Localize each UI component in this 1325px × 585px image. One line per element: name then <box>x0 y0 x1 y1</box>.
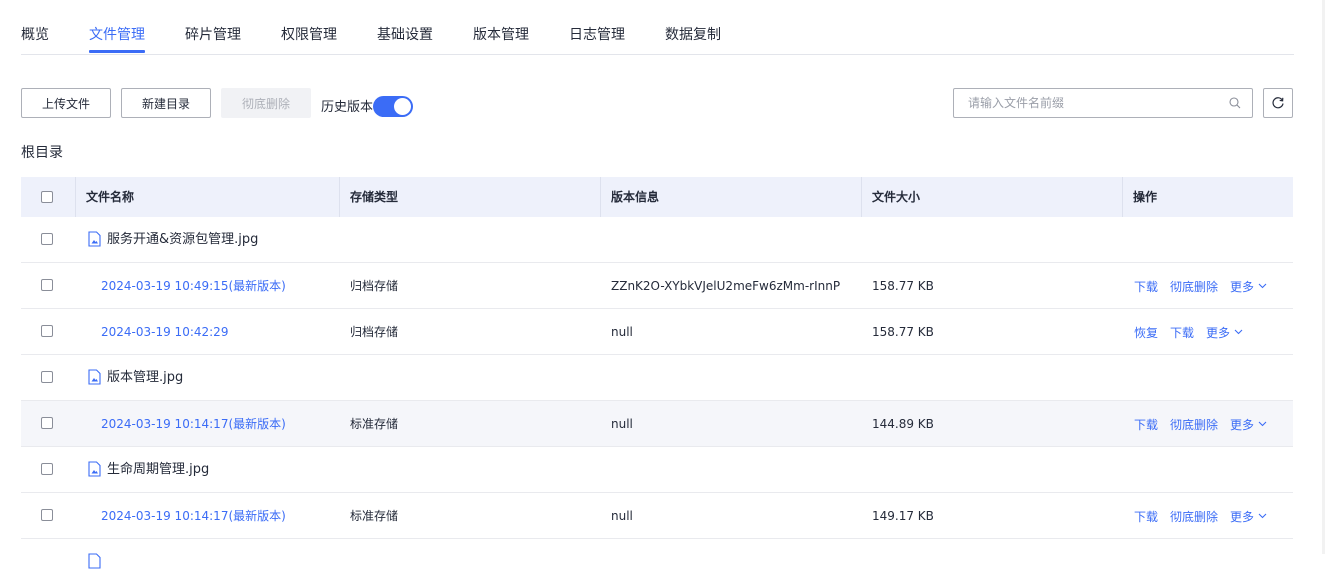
version-id: ZZnK2O-XYbkVJelU2meFw6zMm-rInnP <box>611 279 841 293</box>
tab-permission-management[interactable]: 权限管理 <box>281 24 337 44</box>
image-file-icon <box>88 369 101 385</box>
tab-file-management[interactable]: 文件管理 <box>89 24 145 44</box>
row-checkbox[interactable] <box>41 463 53 475</box>
table-row-file: 生命周期管理.jpg <box>21 447 1293 493</box>
version-time[interactable]: 2024-03-19 10:49:15(最新版本) <box>101 263 286 309</box>
toggle-knob <box>394 98 411 115</box>
table-row-file <box>21 539 1293 585</box>
table-row-version: 2024-03-19 10:14:17(最新版本) 标准存储 null 149.… <box>21 493 1293 539</box>
search-icon[interactable] <box>1229 97 1241 109</box>
active-tab-indicator <box>89 50 145 53</box>
column-divider <box>861 177 862 217</box>
image-file-icon <box>88 461 101 477</box>
delete-permanently-link[interactable]: 彻底删除 <box>1170 508 1218 525</box>
new-directory-button[interactable]: 新建目录 <box>121 88 211 118</box>
version-time[interactable]: 2024-03-19 10:14:17(最新版本) <box>101 401 286 447</box>
more-label: 更多 <box>1230 279 1255 294</box>
delete-permanently-link[interactable]: 彻底删除 <box>1170 278 1218 295</box>
storage-type: 归档存储 <box>350 325 399 339</box>
header-file-name: 文件名称 <box>86 190 135 204</box>
refresh-icon <box>1272 97 1284 109</box>
row-actions: 下载 彻底删除 更多 <box>1134 493 1267 539</box>
column-divider <box>600 177 601 217</box>
more-dropdown[interactable]: 更多 <box>1230 508 1267 525</box>
search-input[interactable] <box>954 89 1228 117</box>
storage-type: 标准存储 <box>350 509 399 523</box>
more-label: 更多 <box>1230 509 1255 524</box>
top-tab-bar: 概览 文件管理 碎片管理 权限管理 基础设置 版本管理 日志管理 数据复制 <box>21 0 1294 55</box>
header-version-info: 版本信息 <box>611 190 660 204</box>
tab-version-management[interactable]: 版本管理 <box>473 24 529 44</box>
column-divider <box>1122 177 1123 217</box>
header-file-size: 文件大小 <box>872 190 921 204</box>
tab-fragment-management[interactable]: 碎片管理 <box>185 24 241 44</box>
row-checkbox[interactable] <box>41 509 53 521</box>
version-time[interactable]: 2024-03-19 10:42:29 <box>101 309 228 355</box>
breadcrumb: 根目录 <box>21 145 63 161</box>
image-file-icon <box>88 553 101 569</box>
row-checkbox[interactable] <box>41 417 53 429</box>
version-id: null <box>611 417 633 431</box>
delete-permanently-button[interactable]: 彻底删除 <box>221 88 311 118</box>
tab-log-management[interactable]: 日志管理 <box>569 24 625 44</box>
version-id: null <box>611 325 633 339</box>
image-file-icon <box>88 231 101 247</box>
header-actions: 操作 <box>1133 190 1158 204</box>
tab-overview[interactable]: 概览 <box>21 24 49 44</box>
more-label: 更多 <box>1230 417 1255 432</box>
tab-data-replication[interactable]: 数据复制 <box>665 24 721 44</box>
row-checkbox[interactable] <box>41 371 53 383</box>
row-actions: 下载 彻底删除 更多 <box>1134 401 1267 447</box>
column-divider <box>75 177 76 217</box>
storage-type: 标准存储 <box>350 417 399 431</box>
select-all-checkbox[interactable] <box>41 191 53 203</box>
upload-file-button[interactable]: 上传文件 <box>21 88 111 118</box>
row-checkbox[interactable] <box>41 233 53 245</box>
version-id: null <box>611 509 633 523</box>
more-label: 更多 <box>1206 325 1231 340</box>
file-size: 149.17 KB <box>872 509 934 523</box>
header-storage-type: 存储类型 <box>350 190 399 204</box>
chevron-down-icon <box>1258 513 1267 519</box>
more-dropdown[interactable]: 更多 <box>1206 324 1243 341</box>
file-name[interactable]: 版本管理.jpg <box>107 355 183 401</box>
row-checkbox[interactable] <box>41 325 53 337</box>
more-dropdown[interactable]: 更多 <box>1230 278 1267 295</box>
download-link[interactable]: 下载 <box>1134 416 1158 433</box>
history-version-toggle[interactable] <box>373 96 413 117</box>
chevron-down-icon <box>1234 329 1243 335</box>
file-size: 158.77 KB <box>872 279 934 293</box>
table-row-version: 2024-03-19 10:49:15(最新版本) 归档存储 ZZnK2O-XY… <box>21 263 1293 309</box>
storage-type: 归档存储 <box>350 279 399 293</box>
table-header: 文件名称 存储类型 版本信息 文件大小 操作 <box>21 177 1293 217</box>
table-row-file: 服务开通&资源包管理.jpg <box>21 217 1293 263</box>
file-name[interactable]: 服务开通&资源包管理.jpg <box>107 217 258 263</box>
search-box <box>953 88 1253 118</box>
history-version-label: 历史版本 <box>321 100 374 115</box>
chevron-down-icon <box>1258 283 1267 289</box>
file-name[interactable]: 生命周期管理.jpg <box>107 447 209 493</box>
download-link[interactable]: 下载 <box>1134 278 1158 295</box>
refresh-button[interactable] <box>1263 88 1293 118</box>
row-actions: 恢复 下载 更多 <box>1134 309 1243 355</box>
restore-link[interactable]: 恢复 <box>1134 324 1158 341</box>
row-actions: 下载 彻底删除 更多 <box>1134 263 1267 309</box>
download-link[interactable]: 下载 <box>1134 508 1158 525</box>
version-time[interactable]: 2024-03-19 10:14:17(最新版本) <box>101 493 286 539</box>
more-dropdown[interactable]: 更多 <box>1230 416 1267 433</box>
table-row-version: 2024-03-19 10:14:17(最新版本) 标准存储 null 144.… <box>21 401 1293 447</box>
column-divider <box>339 177 340 217</box>
file-size: 158.77 KB <box>872 325 934 339</box>
delete-permanently-link[interactable]: 彻底删除 <box>1170 416 1218 433</box>
chevron-down-icon <box>1258 421 1267 427</box>
download-link[interactable]: 下载 <box>1170 324 1194 341</box>
tab-basic-settings[interactable]: 基础设置 <box>377 24 433 44</box>
file-size: 144.89 KB <box>872 417 934 431</box>
file-table: 文件名称 存储类型 版本信息 文件大小 操作 服务开通&资源包管理.jpg 20… <box>21 177 1293 585</box>
table-row-file: 版本管理.jpg <box>21 355 1293 401</box>
table-row-version: 2024-03-19 10:42:29 归档存储 null 158.77 KB … <box>21 309 1293 355</box>
row-checkbox[interactable] <box>41 279 53 291</box>
